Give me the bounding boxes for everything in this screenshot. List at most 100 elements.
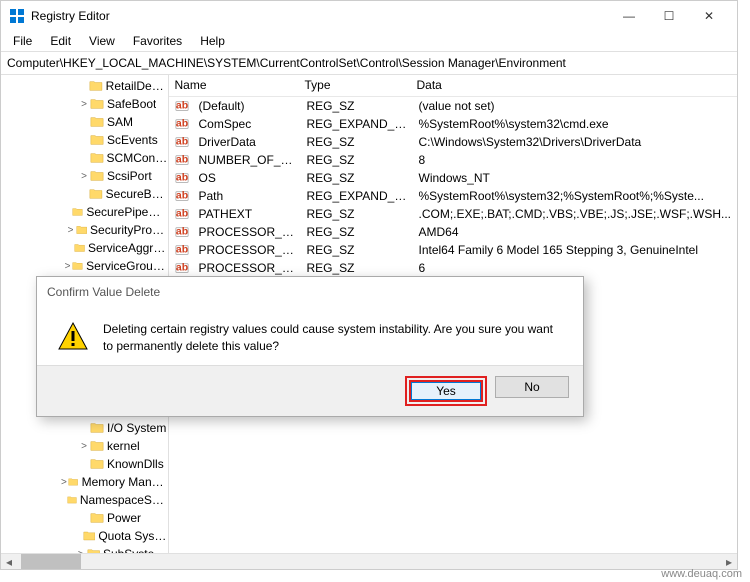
watermark: www.deuaq.com bbox=[661, 568, 742, 580]
tree-label: Power bbox=[107, 511, 141, 525]
value-data: .COM;.EXE;.BAT;.CMD;.VBS;.VBE;.JS;.JSE;.… bbox=[413, 207, 738, 221]
tree-item[interactable]: >ServiceGroupOrder bbox=[1, 257, 168, 275]
expand-icon[interactable]: > bbox=[78, 171, 90, 182]
dialog-message: Deleting certain registry values could c… bbox=[103, 321, 563, 355]
tree-item[interactable]: SCMConfig bbox=[1, 149, 168, 167]
col-data[interactable]: Data bbox=[411, 75, 738, 96]
value-row[interactable]: ab PathREG_EXPAND_SZ%SystemRoot%\system32… bbox=[169, 187, 738, 205]
value-row[interactable]: abPROCESSOR_AR...REG_SZAMD64 bbox=[169, 223, 738, 241]
scroll-left-icon[interactable]: ◂ bbox=[1, 554, 17, 569]
tree-item[interactable]: Power bbox=[1, 509, 168, 527]
confirm-dialog: Confirm Value Delete Deleting certain re… bbox=[36, 276, 584, 417]
svg-text:ab: ab bbox=[175, 208, 187, 220]
maximize-button[interactable]: ☐ bbox=[649, 2, 689, 30]
list-header: Name Type Data bbox=[169, 75, 738, 97]
value-type: REG_SZ bbox=[301, 153, 413, 167]
expand-icon[interactable]: > bbox=[78, 441, 90, 452]
menu-edit[interactable]: Edit bbox=[42, 32, 79, 50]
tree-label: kernel bbox=[107, 439, 140, 453]
tree-label: SecurityProviders bbox=[90, 223, 167, 237]
expand-icon[interactable]: > bbox=[66, 225, 76, 236]
close-button[interactable]: ✕ bbox=[689, 2, 729, 30]
svg-text:ab: ab bbox=[175, 262, 187, 274]
tree-item[interactable]: SAM bbox=[1, 113, 168, 131]
value-row[interactable]: abPROCESSOR_IDE...REG_SZIntel64 Family 6… bbox=[169, 241, 738, 259]
tree-item[interactable]: > SafeBoot bbox=[1, 95, 168, 113]
tree-label: KnownDlls bbox=[107, 457, 164, 471]
tree-label: SecurePipeServers bbox=[86, 205, 167, 219]
value-row[interactable]: abDriverDataREG_SZC:\Windows\System32\Dr… bbox=[169, 133, 738, 151]
value-name: DriverData bbox=[193, 135, 301, 149]
tree-item[interactable]: SecurePipeServers bbox=[1, 203, 168, 221]
value-type: REG_SZ bbox=[301, 99, 413, 113]
svg-text:ab: ab bbox=[175, 244, 187, 256]
value-name: Path bbox=[193, 189, 301, 203]
tree-item[interactable]: >ScsiPort bbox=[1, 167, 168, 185]
value-row[interactable]: ab(Default)REG_SZ(value not set) bbox=[169, 97, 738, 115]
expand-icon[interactable]: > bbox=[63, 261, 72, 272]
value-name: PROCESSOR_IDE... bbox=[193, 243, 301, 257]
value-data: AMD64 bbox=[413, 225, 738, 239]
value-data: 8 bbox=[413, 153, 738, 167]
tree-item[interactable]: > Memory Management bbox=[1, 473, 168, 491]
titlebar: Registry Editor — ☐ ✕ bbox=[1, 1, 737, 31]
yes-button[interactable]: Yes bbox=[409, 380, 483, 402]
value-type: REG_SZ bbox=[301, 243, 413, 257]
value-name: ComSpec bbox=[193, 117, 301, 131]
h-scrollbar[interactable]: ◂ ▸ bbox=[1, 553, 737, 569]
tree-item[interactable]: NamespaceSeparation bbox=[1, 491, 168, 509]
warning-icon bbox=[57, 321, 89, 353]
value-type: REG_SZ bbox=[301, 135, 413, 149]
scroll-thumb[interactable] bbox=[21, 554, 81, 569]
menu-view[interactable]: View bbox=[81, 32, 123, 50]
address-path: Computer\HKEY_LOCAL_MACHINE\SYSTEM\Curre… bbox=[7, 56, 566, 70]
tree-item[interactable]: >SubSystems bbox=[1, 545, 168, 553]
tree-item[interactable]: Quota System bbox=[1, 527, 168, 545]
tree-label: ScEvents bbox=[107, 133, 158, 147]
value-name: OS bbox=[193, 171, 301, 185]
svg-text:ab: ab bbox=[175, 226, 187, 238]
expand-icon[interactable]: > bbox=[60, 477, 69, 488]
tree-label: I/O System bbox=[107, 421, 166, 435]
expand-icon[interactable]: > bbox=[78, 99, 90, 110]
menu-favorites[interactable]: Favorites bbox=[125, 32, 190, 50]
col-type[interactable]: Type bbox=[299, 75, 411, 96]
value-name: PATHEXT bbox=[193, 207, 301, 221]
value-row[interactable]: abNUMBER_OF_PR...REG_SZ8 bbox=[169, 151, 738, 169]
value-name: PROCESSOR_AR... bbox=[193, 225, 301, 239]
dialog-buttons: Yes No bbox=[37, 365, 583, 416]
value-type: REG_SZ bbox=[301, 261, 413, 275]
yes-highlight: Yes bbox=[405, 376, 487, 406]
scroll-right-icon[interactable]: ▸ bbox=[721, 554, 737, 569]
tree-label: SafeBoot bbox=[107, 97, 156, 111]
value-data: %SystemRoot%\system32;%SystemRoot%;%Syst… bbox=[413, 189, 738, 203]
tree-label: Quota System bbox=[98, 529, 167, 543]
tree-label: RetailDemo bbox=[106, 79, 168, 93]
tree-label: SAM bbox=[107, 115, 133, 129]
value-data: Windows_NT bbox=[413, 171, 738, 185]
address-bar[interactable]: Computer\HKEY_LOCAL_MACHINE\SYSTEM\Curre… bbox=[1, 51, 737, 75]
value-row[interactable]: abOSREG_SZWindows_NT bbox=[169, 169, 738, 187]
value-type: REG_EXPAND_SZ bbox=[301, 189, 413, 203]
value-row[interactable]: abComSpecREG_EXPAND_SZ%SystemRoot%\syste… bbox=[169, 115, 738, 133]
tree-item[interactable]: SecureBoot bbox=[1, 185, 168, 203]
value-row[interactable]: ab PATHEXTREG_SZ.COM;.EXE;.BAT;.CMD;.VBS;… bbox=[169, 205, 738, 223]
minimize-button[interactable]: — bbox=[609, 2, 649, 30]
value-name: (Default) bbox=[193, 99, 301, 113]
tree-item[interactable]: > SecurityProviders bbox=[1, 221, 168, 239]
value-rows: ab(Default)REG_SZ(value not set)abComSpe… bbox=[169, 97, 738, 295]
tree-item[interactable]: ScEvents bbox=[1, 131, 168, 149]
no-button[interactable]: No bbox=[495, 376, 569, 398]
tree-item[interactable]: RetailDemo bbox=[1, 77, 168, 95]
menu-file[interactable]: File bbox=[5, 32, 40, 50]
tree-item[interactable]: ServiceAggregator bbox=[1, 239, 168, 257]
tree-label: Memory Management bbox=[82, 475, 168, 489]
tree-item[interactable]: KnownDlls bbox=[1, 455, 168, 473]
tree-item[interactable]: I/O System bbox=[1, 419, 168, 437]
value-type: REG_SZ bbox=[301, 207, 413, 221]
col-name[interactable]: Name bbox=[169, 75, 299, 96]
menu-help[interactable]: Help bbox=[192, 32, 233, 50]
tree-item[interactable]: > kernel bbox=[1, 437, 168, 455]
value-row[interactable]: abPROCESSOR_LE...REG_SZ6 bbox=[169, 259, 738, 277]
svg-text:ab: ab bbox=[175, 190, 187, 202]
